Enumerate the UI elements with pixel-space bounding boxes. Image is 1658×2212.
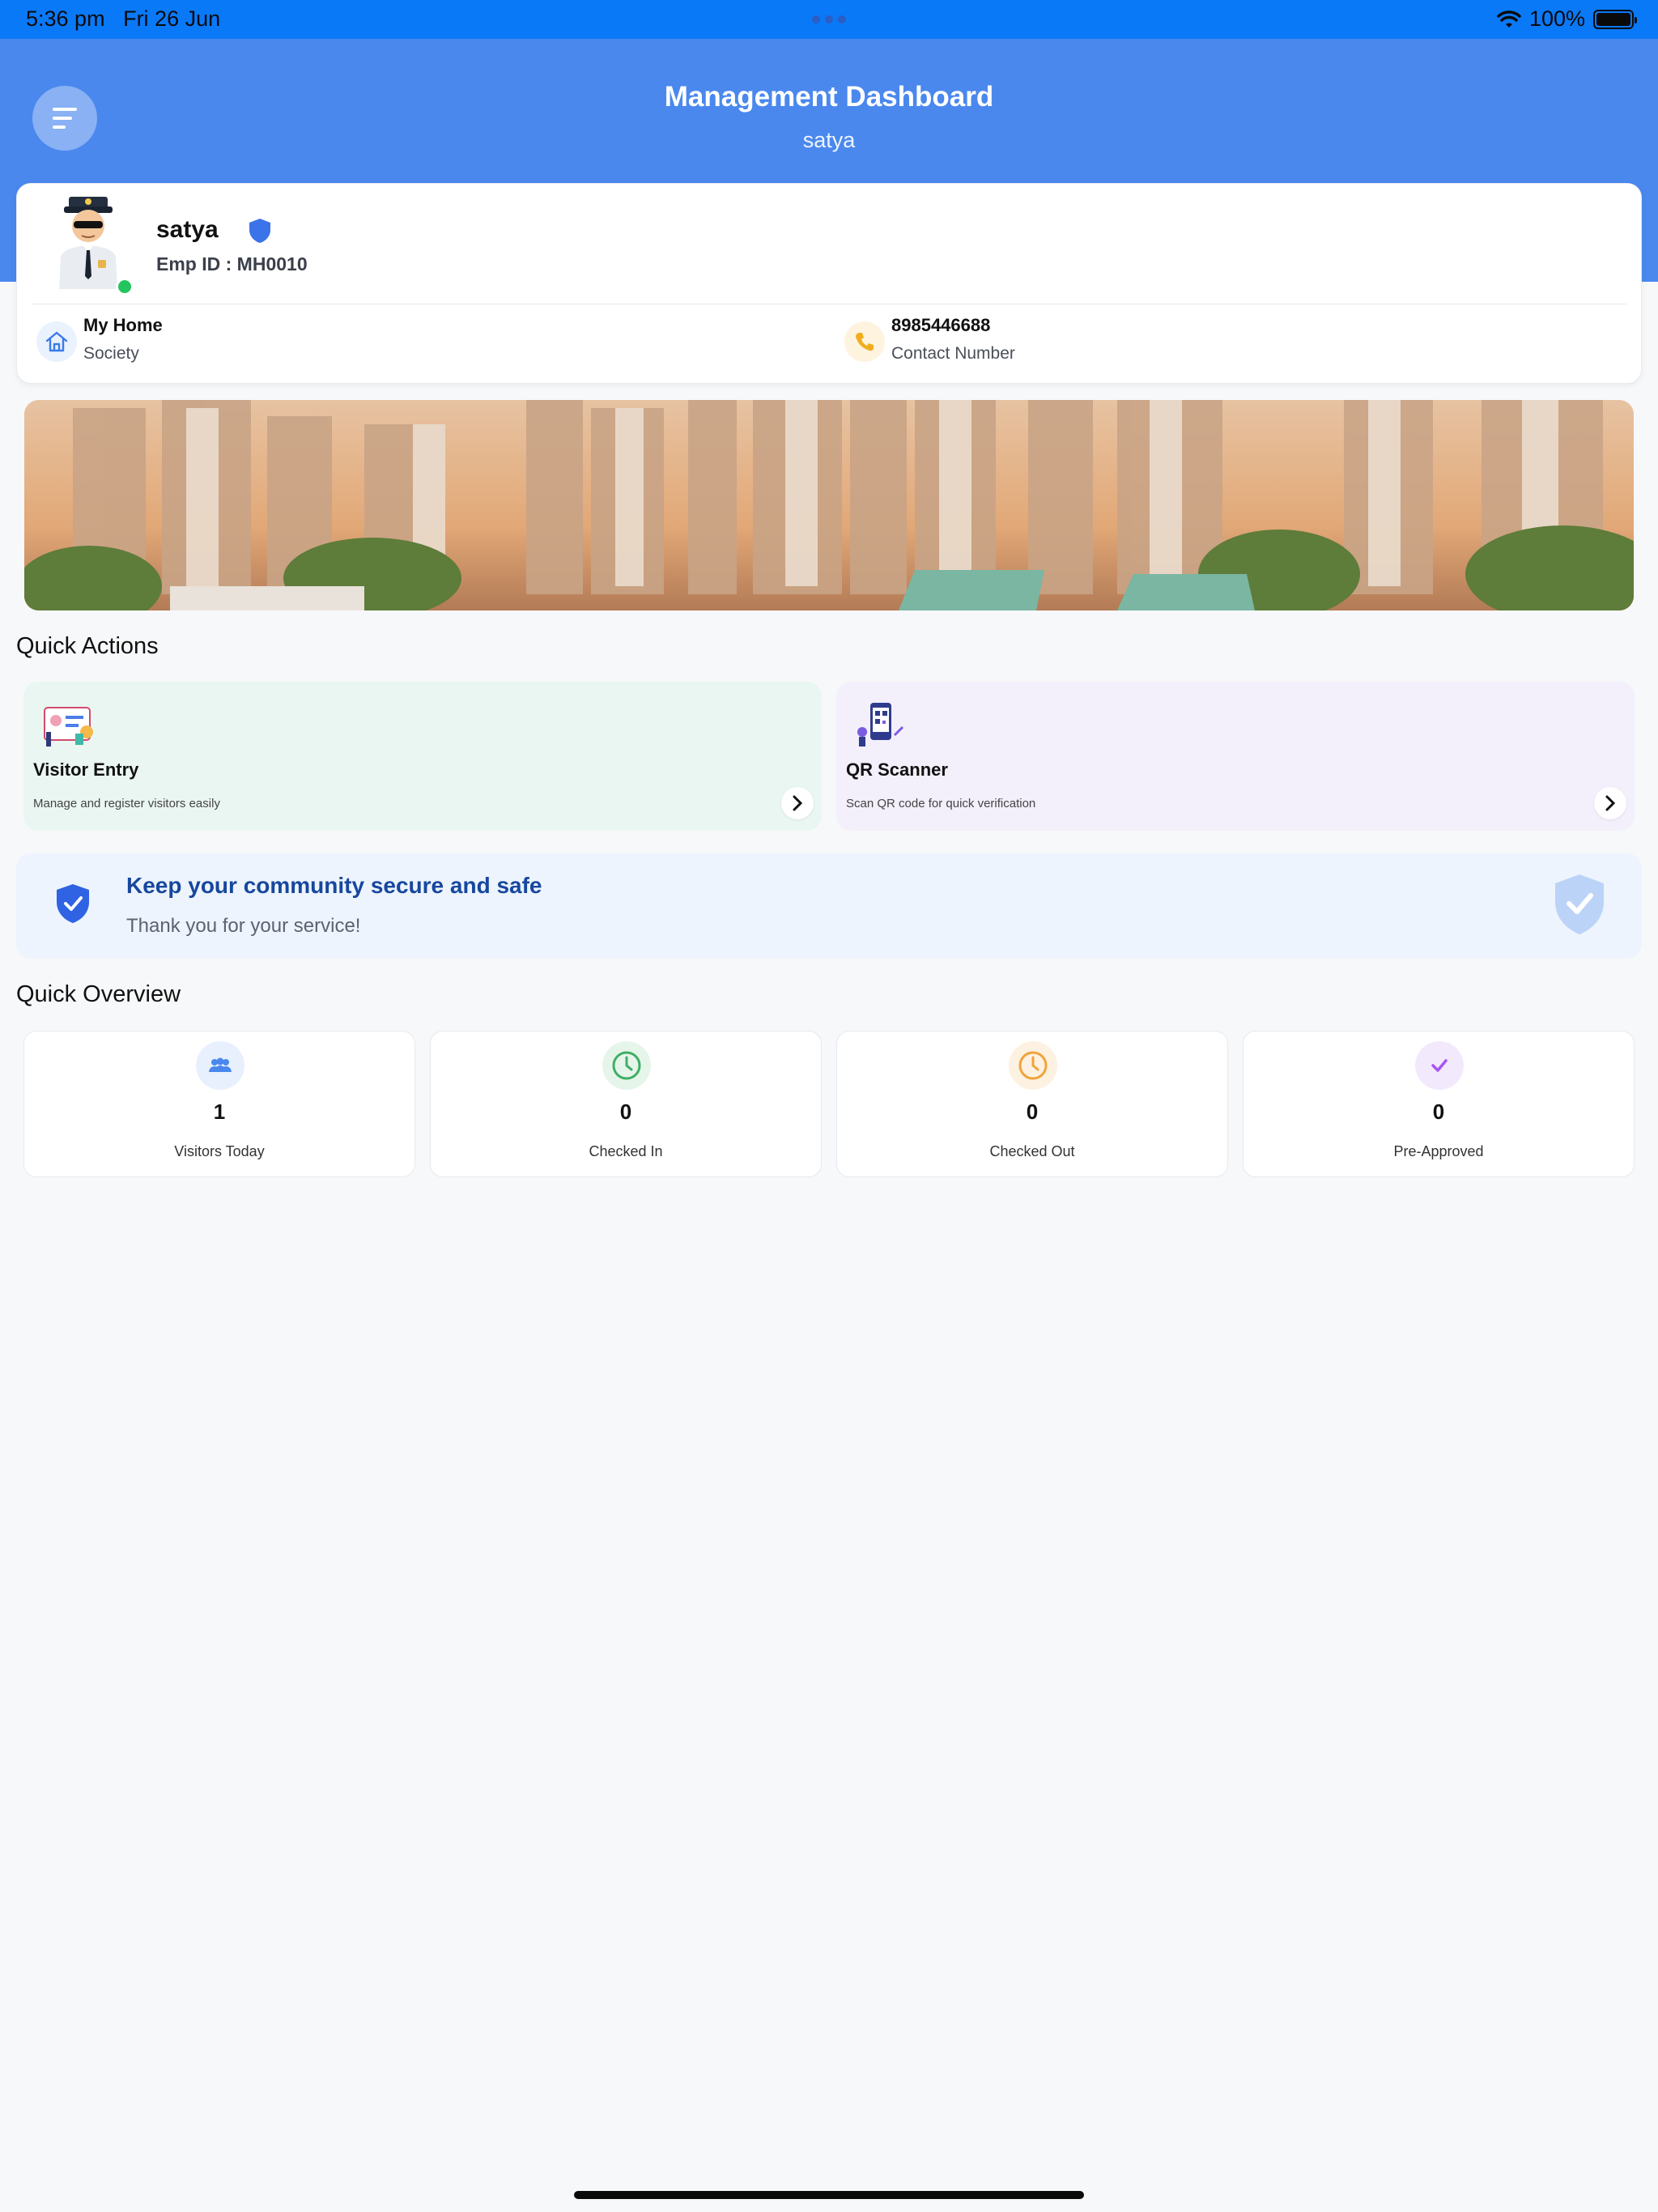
phone-icon[interactable] — [844, 321, 885, 362]
status-time-text: 5:36 pm — [26, 6, 105, 31]
visitor-entry-card[interactable]: Visitor Entry Manage and register visito… — [23, 682, 822, 831]
verified-shield-icon — [249, 219, 270, 243]
clock-icon — [1009, 1041, 1057, 1090]
chevron-right-icon — [793, 795, 803, 811]
overview-card-checked-in[interactable]: 0 Checked In — [430, 1031, 822, 1177]
visitor-entry-title: Visitor Entry — [33, 759, 139, 780]
battery-percent: 100% — [1528, 6, 1585, 31]
wifi-icon — [1497, 10, 1521, 28]
status-time: 5:36 pm Fri 26 Jun — [26, 6, 220, 32]
contact-phone[interactable]: 8985446688 — [891, 315, 990, 336]
visitors-today-value: 1 — [213, 1100, 226, 1124]
status-bar: 5:36 pm Fri 26 Jun 100% — [0, 0, 1658, 39]
overview-card-pre-approved[interactable]: 0 Pre-Approved — [1243, 1031, 1635, 1177]
checked-out-label: Checked Out — [989, 1143, 1075, 1159]
society-banner-image — [24, 400, 1634, 610]
profile-name: satya — [156, 216, 219, 243]
employee-id: Emp ID : MH0010 — [156, 253, 308, 274]
qr-scanner-icon — [857, 703, 904, 747]
page-title: Management Dashboard — [664, 81, 994, 113]
quick-actions-title: Quick Actions — [16, 633, 159, 659]
qr-scanner-description: Scan QR code for quick verification — [846, 797, 1036, 810]
overview-card-visitors-today[interactable]: 1 Visitors Today — [23, 1031, 415, 1177]
qr-scanner-title: QR Scanner — [846, 759, 948, 780]
society-name: My Home — [83, 315, 163, 335]
home-icon — [36, 321, 77, 362]
page-subtitle: satya — [802, 128, 856, 152]
multitask-dots-icon[interactable] — [812, 15, 846, 23]
status-date-text: Fri 26 Jun — [123, 6, 221, 31]
users-icon — [196, 1041, 244, 1090]
quick-overview-title: Quick Overview — [16, 981, 181, 1007]
home-indicator[interactable] — [574, 2191, 1084, 2199]
online-status-dot — [116, 278, 134, 296]
security-message-title: Keep your community secure and safe — [126, 873, 542, 898]
overview-card-checked-out[interactable]: 0 Checked Out — [836, 1031, 1228, 1177]
checked-in-label: Checked In — [589, 1143, 663, 1159]
battery-icon — [1593, 9, 1637, 29]
shield-check-watermark-icon — [1555, 874, 1604, 934]
visitor-entry-arrow-button[interactable] — [781, 787, 814, 819]
visitor-entry-icon — [44, 707, 93, 747]
security-message-banner: Keep your community secure and safe Than… — [16, 853, 1642, 959]
qr-scanner-card[interactable]: QR Scanner Scan QR code for quick verifi… — [836, 682, 1635, 831]
profile-card: satya Emp ID : MH0010 My Home Society 89… — [16, 183, 1642, 384]
clock-icon — [602, 1041, 651, 1090]
pre-approved-label: Pre-Approved — [1393, 1143, 1484, 1159]
pre-approved-value: 0 — [1432, 1100, 1445, 1124]
society-label: Society — [83, 344, 139, 363]
security-message-subtitle: Thank you for your service! — [126, 915, 361, 937]
checked-out-value: 0 — [1026, 1100, 1039, 1124]
visitors-today-label: Visitors Today — [174, 1143, 265, 1159]
shield-check-icon — [57, 884, 89, 923]
status-right: 100% — [1497, 6, 1637, 32]
checked-in-value: 0 — [619, 1100, 632, 1124]
visitor-entry-description: Manage and register visitors easily — [33, 797, 220, 810]
chevron-right-icon — [1605, 795, 1616, 811]
check-icon — [1415, 1041, 1464, 1090]
security-guard-avatar — [59, 197, 117, 289]
contact-label: Contact Number — [891, 344, 1015, 363]
qr-scanner-arrow-button[interactable] — [1594, 787, 1626, 819]
